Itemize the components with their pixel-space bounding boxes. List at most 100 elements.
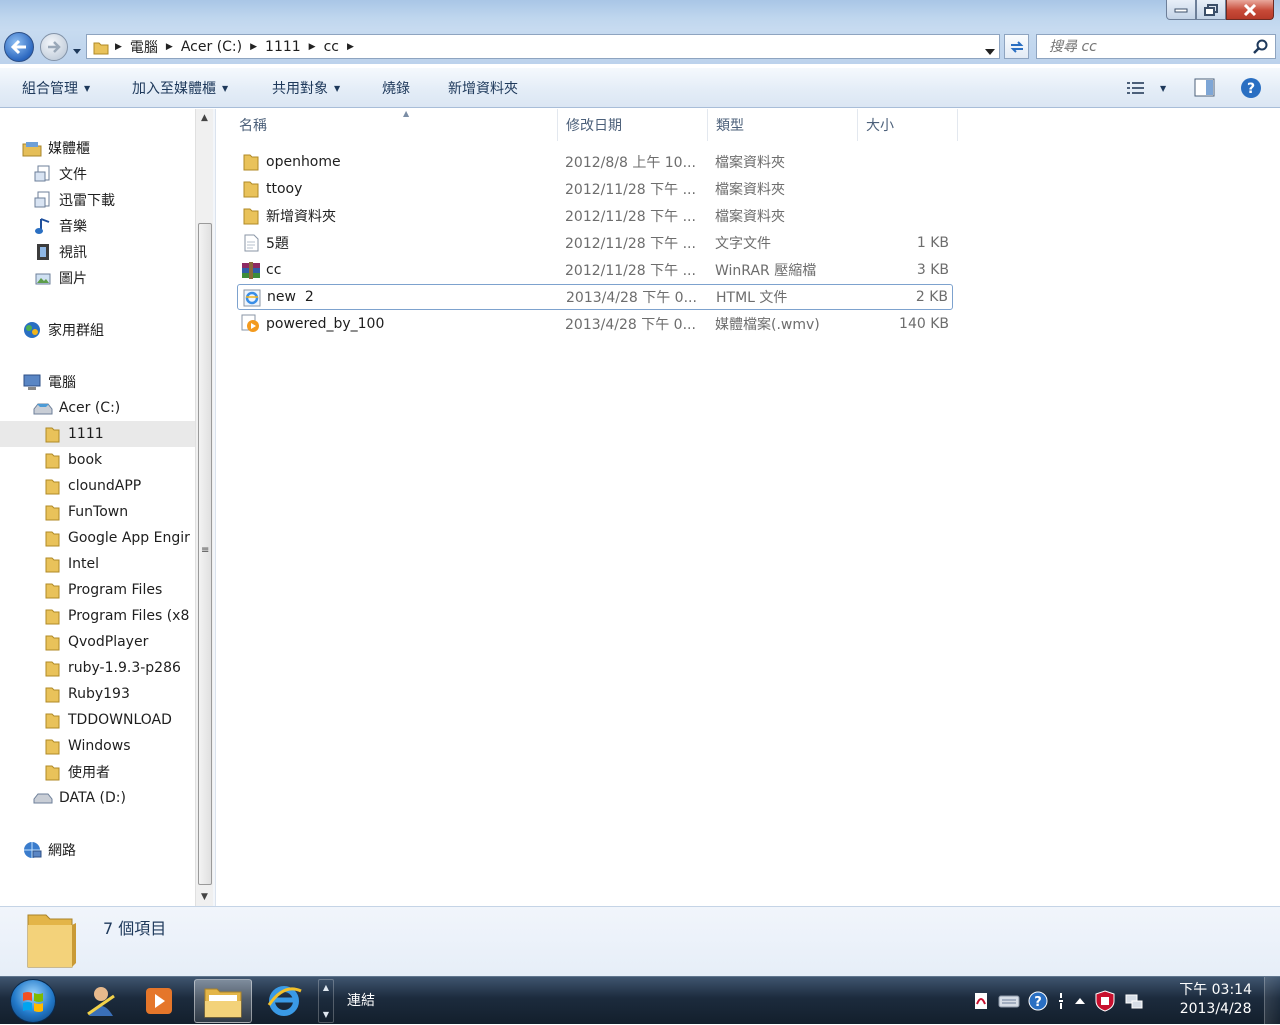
search-input[interactable]	[1047, 37, 1247, 56]
nav-drive-d[interactable]: DATA (D:)	[33, 785, 126, 811]
help-button[interactable]: ?	[1240, 68, 1262, 108]
nav-folder-ruby-source[interactable]: ruby-1.9.3-p286	[42, 655, 181, 681]
search-icon[interactable]	[1253, 39, 1269, 59]
preview-pane-button[interactable]	[1194, 68, 1216, 108]
nav-folder-program-files-x86[interactable]: Program Files (x8	[42, 603, 189, 629]
security-shield-icon[interactable]	[1094, 990, 1116, 1012]
nav-thunder-downloads[interactable]: 迅雷下載	[33, 187, 115, 213]
navigation-pane: 媒體櫃 文件 迅雷下載 音樂 視訊 圖片 家用群組 電腦 Acer (C:) 1…	[0, 109, 195, 906]
address-history-dropdown[interactable]	[985, 43, 995, 59]
burn-button[interactable]: 燒錄	[382, 68, 410, 108]
taskbar-app-media[interactable]	[130, 979, 188, 1023]
file-list: 名稱 ▲ 修改日期 類型 大小 openhome 2012/8/8 上午 10.…	[217, 109, 1280, 906]
pen-input-icon[interactable]	[1056, 991, 1066, 1011]
nav-folder-book[interactable]: book	[42, 447, 102, 473]
navigation-scrollbar[interactable]: ▲ ≡ ▼	[195, 109, 213, 906]
nav-folder-users[interactable]: 使用者	[42, 759, 110, 785]
breadcrumb-separator-icon[interactable]: ▶	[164, 42, 175, 52]
show-desktop-button[interactable]	[1264, 977, 1280, 1025]
nav-pictures[interactable]: 圖片	[33, 265, 87, 291]
nav-folder-cloundapp[interactable]: cloundAPP	[42, 473, 141, 499]
file-name: openhome	[266, 154, 341, 170]
winrar-icon	[241, 260, 261, 280]
address-bar[interactable]: ▶ 電腦 ▶ Acer (C:) ▶ 1111 ▶ cc ▶	[86, 34, 1000, 59]
file-type: 媒體檔案(.wmv)	[715, 317, 820, 333]
nav-folder-intel[interactable]: Intel	[42, 551, 99, 577]
show-hidden-icons-icon[interactable]	[1074, 996, 1086, 1006]
file-row[interactable]: new 2 2013/4/28 下午 0... HTML 文件 2 KB	[237, 284, 953, 310]
refresh-button[interactable]	[1004, 34, 1029, 59]
forward-button[interactable]	[40, 33, 68, 61]
caret-down-icon[interactable]: ▼	[1160, 84, 1166, 93]
change-view-button[interactable]: ▼	[1126, 68, 1166, 108]
file-row[interactable]: ttooy 2012/11/28 下午 ... 檔案資料夾	[237, 176, 953, 202]
nav-folder-funtown[interactable]: FunTown	[42, 499, 128, 525]
nav-folder-windows[interactable]: Windows	[42, 733, 131, 759]
maximize-button[interactable]	[1196, 0, 1226, 20]
minimize-button[interactable]	[1166, 0, 1196, 20]
file-row[interactable]: powered_by_100 2013/4/28 下午 0... 媒體檔案(.w…	[237, 311, 953, 337]
breadcrumb-drive-c[interactable]: Acer (C:)	[175, 35, 248, 58]
back-button[interactable]	[4, 32, 34, 62]
recent-pages-dropdown[interactable]	[72, 43, 82, 59]
breadcrumb-cc[interactable]: cc	[318, 35, 345, 58]
system-clock[interactable]: 下午 03:14 2013/4/28	[1179, 981, 1252, 1019]
scroll-down-icon[interactable]: ▼	[201, 892, 208, 902]
nav-label: cloundAPP	[68, 478, 142, 494]
scroll-up-icon[interactable]: ▲	[201, 113, 208, 123]
breadcrumb-1111[interactable]: 1111	[259, 35, 307, 58]
nav-folder-qvodplayer[interactable]: QvodPlayer	[42, 629, 148, 655]
nav-computer[interactable]: 電腦	[22, 369, 76, 395]
keyboard-icon[interactable]	[998, 993, 1020, 1009]
new-folder-button[interactable]: 新增資料夾	[448, 68, 518, 108]
nav-documents[interactable]: 文件	[33, 161, 87, 187]
pdf-icon[interactable]	[972, 992, 990, 1010]
file-row[interactable]: cc 2012/11/28 下午 ... WinRAR 壓縮檔 3 KB	[237, 257, 953, 283]
svg-text:?: ?	[1247, 81, 1255, 97]
folder-icon	[42, 424, 62, 444]
nav-folder-google-app-engine[interactable]: Google App Engir	[42, 525, 190, 551]
breadcrumb-separator-icon[interactable]: ▶	[345, 42, 356, 52]
nav-folder-program-files[interactable]: Program Files	[42, 577, 162, 603]
column-header-size[interactable]: 大小	[858, 109, 958, 141]
close-button[interactable]	[1226, 0, 1274, 20]
network-status-icon[interactable]	[1124, 991, 1144, 1011]
add-to-library-menu[interactable]: 加入至媒體櫃 ▼	[132, 68, 228, 108]
scroll-up-icon[interactable]: ▲	[323, 983, 329, 992]
search-box[interactable]	[1036, 34, 1276, 59]
nav-homegroup[interactable]: 家用群組	[22, 317, 104, 343]
nav-network[interactable]: 網路	[22, 837, 76, 863]
nav-folder-1111[interactable]: 1111	[0, 421, 195, 447]
pane-splitter[interactable]	[213, 109, 216, 906]
organize-menu[interactable]: 組合管理 ▼	[22, 68, 90, 108]
start-button[interactable]	[10, 979, 56, 1023]
folder-icon	[42, 710, 62, 730]
nav-folder-ruby193[interactable]: Ruby193	[42, 681, 130, 707]
taskbar-app-explorer[interactable]	[194, 979, 252, 1023]
column-header-type[interactable]: 類型	[708, 109, 858, 141]
share-menu[interactable]: 共用對象 ▼	[272, 68, 340, 108]
nav-libraries[interactable]: 媒體櫃	[22, 135, 90, 161]
breadcrumb-separator-icon[interactable]: ▶	[307, 42, 318, 52]
nav-folder-tddownload[interactable]: TDDOWNLOAD	[42, 707, 172, 733]
add-to-library-label: 加入至媒體櫃	[132, 81, 216, 97]
taskbar-scroll[interactable]: ▲ ▼	[318, 979, 334, 1023]
breadcrumb-separator-icon[interactable]: ▶	[113, 42, 124, 52]
help-circle-icon[interactable]: ?	[1028, 991, 1048, 1011]
nav-music[interactable]: 音樂	[33, 213, 87, 239]
breadcrumb-computer[interactable]: 電腦	[124, 35, 164, 58]
nav-videos[interactable]: 視訊	[33, 239, 87, 265]
column-header-name[interactable]: 名稱 ▲	[231, 109, 558, 141]
scroll-down-icon[interactable]: ▼	[323, 1010, 329, 1019]
file-row[interactable]: 新增資料夾 2012/11/28 下午 ... 檔案資料夾	[237, 203, 953, 229]
breadcrumb-separator-icon[interactable]: ▶	[248, 42, 259, 52]
taskbar-app-ie[interactable]	[255, 979, 313, 1023]
nav-drive-c[interactable]: Acer (C:)	[33, 395, 120, 421]
file-row[interactable]: 5題 2012/11/28 下午 ... 文字文件 1 KB	[237, 230, 953, 256]
column-header-date[interactable]: 修改日期	[558, 109, 708, 141]
taskbar-app-user[interactable]	[72, 979, 130, 1023]
file-size: 1 KB	[916, 235, 949, 251]
file-date: 2012/11/28 下午 ...	[565, 236, 696, 252]
links-toolbar-label[interactable]: 連結	[347, 990, 375, 1010]
file-row[interactable]: openhome 2012/8/8 上午 10... 檔案資料夾	[237, 149, 953, 175]
